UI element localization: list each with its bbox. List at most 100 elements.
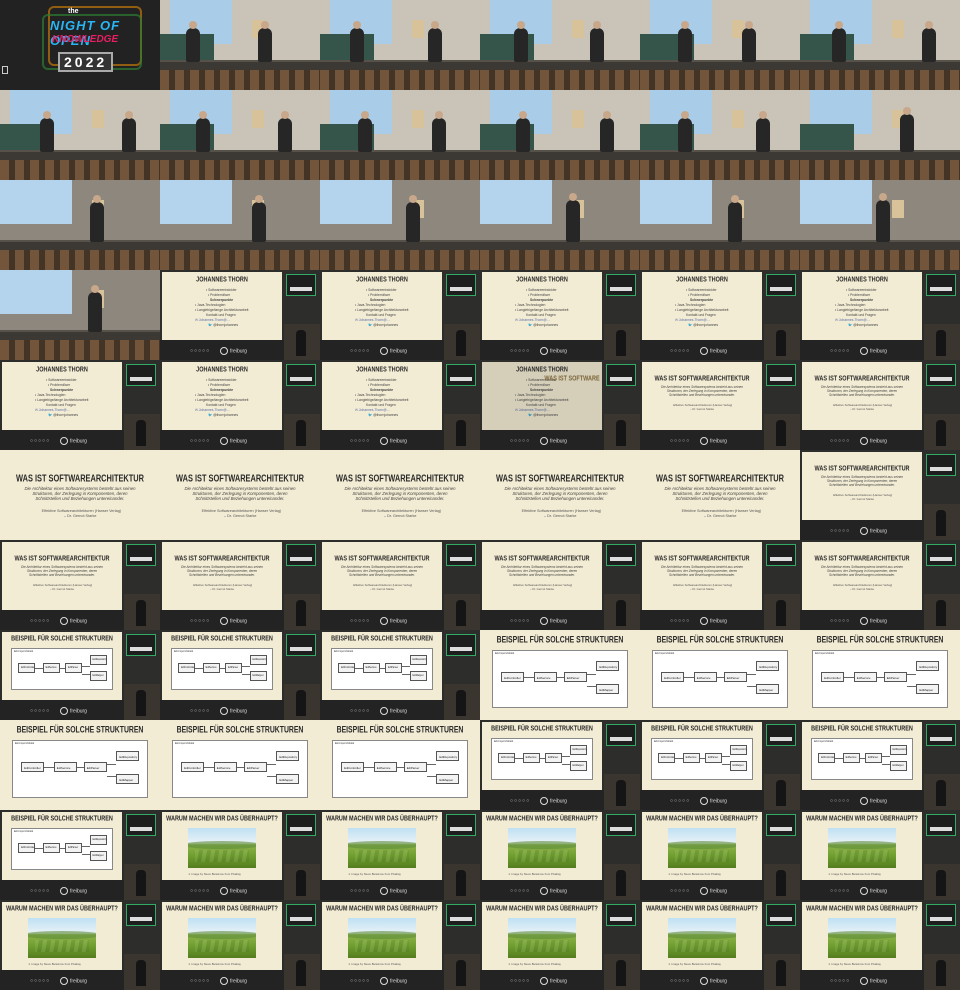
architecture-fullslide-thumbnail[interactable]: WAS IST SOFTWAREARCHITEKTUR Die Architekt… <box>0 450 160 540</box>
why-slide-thumbnail[interactable]: WARUM MACHEN WIR DAS ÜBERHAUPT? 1. Image … <box>320 810 480 900</box>
speaker-slide-thumbnail[interactable]: JOHANNES THORN • Softwareentwickler • Prob… <box>160 270 320 360</box>
slide-navigation-dots: ○○○○○ <box>510 888 531 894</box>
transition-slide-thumbnail[interactable]: JOHANNES THORN • Softwareentwickler • Prob… <box>480 360 640 450</box>
slide-navigation-dots: ○○○○○ <box>350 888 371 894</box>
landscape-photo <box>508 828 576 868</box>
architecture-slide-thumbnail[interactable]: WAS IST SOFTWAREARCHITEKTUR Die Architekt… <box>800 540 960 630</box>
speaker-camera-inset <box>764 864 800 900</box>
structure-slide-thumbnail[interactable]: BEISPIEL FÜR SOLCHE STRUKTUREN Edi-Import… <box>160 630 320 720</box>
component-label: EdiController <box>181 666 195 669</box>
structure-slide-thumbnail[interactable]: BEISPIEL FÜR SOLCHE STRUKTUREN Edi-Import… <box>640 720 800 810</box>
structure-fullslide-thumbnail[interactable]: BEISPIEL FÜR SOLCHE STRUKTUREN Edi-Import… <box>320 720 480 810</box>
structure-slide-thumbnail[interactable]: BEISPIEL FÜR SOLCHE STRUKTUREN Edi-Import… <box>320 630 480 720</box>
room-camera-thumbnail[interactable] <box>160 90 320 180</box>
why-slide-thumbnail[interactable]: WARUM MACHEN WIR DAS ÜBERHAUPT? 1. Image … <box>160 900 320 990</box>
mini-icon <box>2 66 8 74</box>
why-slide-thumbnail[interactable]: WARUM MACHEN WIR DAS ÜBERHAUPT? 1. Image … <box>160 810 320 900</box>
speaker-slide-thumbnail[interactable]: JOHANNES THORN • Softwareentwickler • Prob… <box>320 270 480 360</box>
diagram-component: EdiController <box>501 672 525 683</box>
room-camera-thumbnail[interactable] <box>160 0 320 90</box>
architecture-slide-thumbnail[interactable]: WAS IST SOFTWAREARCHITEKTUR Die Architekt… <box>800 450 960 540</box>
architecture-slide-thumbnail[interactable]: WAS IST SOFTWAREARCHITEKTUR Die Architekt… <box>320 540 480 630</box>
structure-fullslide-thumbnail[interactable]: BEISPIEL FÜR SOLCHE STRUKTUREN Edi-Import… <box>800 630 960 720</box>
architecture-fullslide-thumbnail[interactable]: WAS IST SOFTWAREARCHITEKTUR Die Architekt… <box>320 450 480 540</box>
diagram-label: Edi-Import-Modul <box>174 650 194 653</box>
room-camera-thumbnail[interactable] <box>0 270 160 360</box>
room-camera-thumbnail[interactable] <box>480 90 640 180</box>
room-camera-thumbnail[interactable] <box>800 0 960 90</box>
why-slide-thumbnail[interactable]: WARUM MACHEN WIR DAS ÜBERHAUPT? 1. Image … <box>800 900 960 990</box>
slide-quote: Die Architektur eines Softwaresystems be… <box>820 565 904 577</box>
room-camera-thumbnail[interactable] <box>640 180 800 270</box>
room-camera-thumbnail[interactable] <box>640 0 800 90</box>
room-camera-thumbnail[interactable] <box>640 90 800 180</box>
room-camera-thumbnail[interactable] <box>320 180 480 270</box>
structure-slide-thumbnail[interactable]: BEISPIEL FÜR SOLCHE STRUKTUREN Edi-Import… <box>0 630 160 720</box>
room-camera-thumbnail[interactable] <box>800 180 960 270</box>
event-logo-small <box>286 364 316 386</box>
why-slide-thumbnail[interactable]: WARUM MACHEN WIR DAS ÜBERHAUPT? 1. Image … <box>0 900 160 990</box>
architecture-fullslide-thumbnail[interactable]: WAS IST SOFTWAREARCHITEKTUR Die Architekt… <box>640 450 800 540</box>
speaker-slide-thumbnail[interactable]: JOHANNES THORN • Softwareentwickler • Prob… <box>160 360 320 450</box>
room-camera-thumbnail[interactable] <box>800 90 960 180</box>
room-camera-thumbnail[interactable] <box>0 180 160 270</box>
diagram-arrow <box>844 677 854 679</box>
diagram-arrow <box>195 667 203 669</box>
slide-navigation-dots: ○○○○○ <box>830 618 851 624</box>
room-camera-thumbnail[interactable] <box>480 0 640 90</box>
structure-slide-thumbnail[interactable]: BEISPIEL FÜR SOLCHE STRUKTUREN Edi-Import… <box>480 720 640 810</box>
speaker-figure <box>90 202 104 242</box>
brand-logo: freiburg <box>220 707 247 715</box>
speaker-slide-thumbnail[interactable]: JOHANNES THORN • Softwareentwickler • Prob… <box>320 360 480 450</box>
why-slide-thumbnail[interactable]: WARUM MACHEN WIR DAS ÜBERHAUPT? 1. Image … <box>800 810 960 900</box>
slide-navigation-dots: ○○○○○ <box>510 438 531 444</box>
speaker-figure <box>678 118 692 152</box>
slide-bullet: • Softwareentwickler <box>366 378 397 382</box>
structure-fullslide-thumbnail[interactable]: BEISPIEL FÜR SOLCHE STRUKTUREN Edi-Import… <box>160 720 320 810</box>
speaker-slide-thumbnail[interactable]: JOHANNES THORN • Softwareentwickler • Prob… <box>480 270 640 360</box>
architecture-slide-thumbnail[interactable]: WAS IST SOFTWAREARCHITEKTUR Die Architekt… <box>480 540 640 630</box>
room-camera-thumbnail[interactable] <box>480 180 640 270</box>
structure-diagram: Edi-Import-Modul EdiController EdiService E… <box>491 738 593 780</box>
structure-slide-thumbnail[interactable]: BEISPIEL FÜR SOLCHE STRUKTUREN Edi-Import… <box>800 720 960 810</box>
why-slide-thumbnail[interactable]: WARUM MACHEN WIR DAS ÜBERHAUPT? 1. Image … <box>640 810 800 900</box>
wall-poster <box>572 110 584 128</box>
diagram-arrow <box>236 767 244 769</box>
event-logo-small <box>926 724 956 746</box>
speaker-slide-thumbnail[interactable]: JOHANNES THORN • Softwareentwickler • Prob… <box>800 270 960 360</box>
title-card-thumbnail[interactable]: the NIGHT OF OPEN KNOWLEDGE 2022 <box>0 0 160 90</box>
speaker-slide-thumbnail[interactable]: JOHANNES THORN • Softwareentwickler • Prob… <box>0 360 160 450</box>
architecture-fullslide-thumbnail[interactable]: WAS IST SOFTWAREARCHITEKTUR Die Architekt… <box>160 450 320 540</box>
why-slide-thumbnail[interactable]: WARUM MACHEN WIR DAS ÜBERHAUPT? 1. Image … <box>320 900 480 990</box>
room-camera-thumbnail[interactable] <box>320 90 480 180</box>
chalkboard <box>800 124 854 150</box>
room-camera-thumbnail[interactable] <box>0 90 160 180</box>
structure-fullslide-thumbnail[interactable]: BEISPIEL FÜR SOLCHE STRUKTUREN Edi-Import… <box>480 630 640 720</box>
architecture-slide-thumbnail[interactable]: WAS IST SOFTWAREARCHITEKTUR Die Architekt… <box>800 360 960 450</box>
structure-fullslide-thumbnail[interactable]: BEISPIEL FÜR SOLCHE STRUKTUREN Edi-Import… <box>0 720 160 810</box>
architecture-fullslide-thumbnail[interactable]: WAS IST SOFTWAREARCHITEKTUR Die Architekt… <box>480 450 640 540</box>
slide-title: WAS IST SOFTWAREARCHITEKTUR <box>334 555 430 563</box>
slide-area: BEISPIEL FÜR SOLCHE STRUKTUREN Edi-Import… <box>322 632 442 700</box>
diagram-component: EdiController <box>21 762 45 773</box>
architecture-slide-thumbnail[interactable]: WAS IST SOFTWAREARCHITEKTUR Die Architekt… <box>640 360 800 450</box>
diagram-arrow <box>266 775 277 777</box>
speaker-camera-inset <box>444 684 480 720</box>
why-slide-thumbnail[interactable]: WARUM MACHEN WIR DAS ÜBERHAUPT? 1. Image … <box>640 900 800 990</box>
why-slide-thumbnail[interactable]: WARUM MACHEN WIR DAS ÜBERHAUPT? 1. Image … <box>480 900 640 990</box>
slide-author: – Dr. Gernot Starke <box>224 514 257 518</box>
landscape-photo <box>348 918 416 958</box>
room-camera-thumbnail[interactable] <box>160 180 320 270</box>
slide-author: – Dr. Gernot Starke <box>64 514 97 518</box>
speaker-slide-thumbnail[interactable]: JOHANNES THORN • Softwareentwickler • Prob… <box>640 270 800 360</box>
component-label: EdiController <box>664 676 681 681</box>
structure-fullslide-thumbnail[interactable]: BEISPIEL FÜR SOLCHE STRUKTUREN Edi-Import… <box>640 630 800 720</box>
architecture-slide-thumbnail[interactable]: WAS IST SOFTWAREARCHITEKTUR Die Architekt… <box>640 540 800 630</box>
structure-slide-thumbnail[interactable]: BEISPIEL FÜR SOLCHE STRUKTUREN Edi-Import… <box>0 810 160 900</box>
brand-logo: freiburg <box>860 617 887 625</box>
why-slide-thumbnail[interactable]: WARUM MACHEN WIR DAS ÜBERHAUPT? 1. Image … <box>480 810 640 900</box>
architecture-slide-thumbnail[interactable]: WAS IST SOFTWAREARCHITEKTUR Die Architekt… <box>160 540 320 630</box>
architecture-slide-thumbnail[interactable]: WAS IST SOFTWAREARCHITEKTUR Die Architekt… <box>0 540 160 630</box>
room-camera-thumbnail[interactable] <box>320 0 480 90</box>
brand-logo: freiburg <box>700 437 727 445</box>
